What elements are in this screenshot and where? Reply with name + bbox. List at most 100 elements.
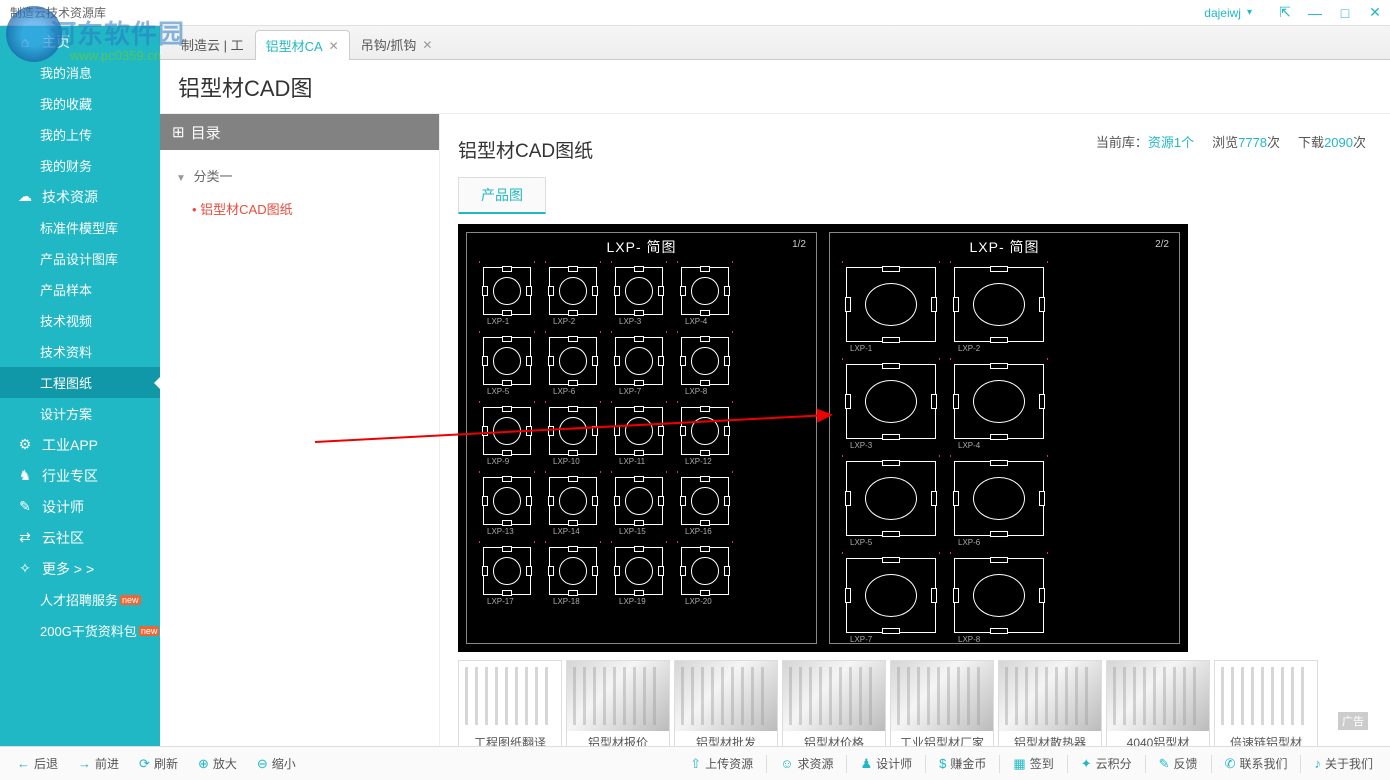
collapse-icon: ▼ — [176, 173, 186, 184]
thumb-倍速链铝型材[interactable]: 倍速链铝型材 — [1214, 660, 1318, 746]
titlebar: 制造云技术资源库 dajeiwj ▾ ⇱ — □ ✕ — [0, 0, 1390, 26]
sidebar-icon: ⇄ — [16, 529, 34, 547]
tab-制造云 | 工[interactable]: 制造云 | 工 — [170, 29, 255, 59]
toolbar-icon: ✆ — [1225, 756, 1236, 772]
toolbar-云积分[interactable]: ✦云积分 — [1072, 747, 1141, 780]
document-title: 铝型材CAD图纸 — [458, 136, 1372, 163]
new-badge: new — [120, 595, 141, 605]
toolbar-icon: ← — [17, 756, 30, 771]
toolbar-上传资源[interactable]: ⇧上传资源 — [681, 747, 762, 780]
sidebar-item-主页[interactable]: ⌂主页 — [0, 26, 160, 57]
toolbar-赚金币[interactable]: $赚金币 — [930, 747, 995, 780]
cad-image[interactable]: LXP- 简图1/2LXP-1LXP-2LXP-3LXP-4LXP-5LXP-6… — [458, 224, 1188, 652]
user-dropdown-icon[interactable]: ▾ — [1247, 7, 1270, 18]
toolbar-icon: → — [78, 756, 91, 771]
thumb-4040铝型材[interactable]: 4040铝型材 — [1106, 660, 1210, 746]
user-name[interactable]: dajeiwj — [1204, 6, 1247, 20]
toolbar-后退[interactable]: ←后退 — [8, 747, 67, 780]
toolbar-icon: ☺ — [780, 756, 793, 771]
thumb-铝型材价格[interactable]: 铝型材价格 — [782, 660, 886, 746]
sidebar-item-技术资源[interactable]: ☁技术资源 — [0, 181, 160, 212]
sidebar-sub-人才招聘服务[interactable]: 人才招聘服务new — [0, 584, 160, 615]
sidebar-sub-工程图纸[interactable]: 工程图纸 — [0, 367, 160, 398]
toolbar-icon: ⟳ — [139, 756, 150, 772]
sidebar-item-云社区[interactable]: ⇄云社区 — [0, 522, 160, 553]
sidebar-sub-产品设计图库[interactable]: 产品设计图库 — [0, 243, 160, 274]
sidebar-icon: ☁ — [16, 188, 34, 206]
toolbar-icon: ✎ — [1159, 756, 1170, 772]
catalog-icon: ⊞ — [172, 123, 185, 141]
sidebar: ⌂主页我的消息我的收藏我的上传我的财务☁技术资源标准件模型库产品设计图库产品样本… — [0, 26, 160, 746]
minimize-button[interactable]: — — [1300, 5, 1330, 21]
sidebar-icon: ⚙ — [16, 436, 34, 454]
sidebar-sub-我的消息[interactable]: 我的消息 — [0, 57, 160, 88]
toolbar-icon: $ — [939, 756, 946, 771]
tab-铝型材CA[interactable]: 铝型材CA✕ — [255, 30, 350, 60]
content: ⊞ 目录 ▼ 分类一 铝型材CAD图纸 铝型材CAD图纸 产品图 — [160, 114, 1390, 746]
thumb-铝型材报价[interactable]: 铝型材报价 — [566, 660, 670, 746]
sidebar-icon: ♞ — [16, 467, 34, 485]
product-image-tab[interactable]: 产品图 — [458, 177, 546, 214]
toolbar-关于我们[interactable]: ♪关于我们 — [1305, 747, 1382, 780]
toolbar-icon: ♪ — [1314, 756, 1321, 771]
toolbar-icon: ⊕ — [198, 756, 209, 772]
sidebar-icon: ✎ — [16, 498, 34, 516]
thumb-工业铝型材厂家[interactable]: 工业铝型材厂家 — [890, 660, 994, 746]
cad-preview: LXP- 简图1/2LXP-1LXP-2LXP-3LXP-4LXP-5LXP-6… — [458, 224, 1372, 652]
toolbar-前进[interactable]: →前进 — [69, 747, 128, 780]
sidebar-item-行业专区[interactable]: ♞行业专区 — [0, 460, 160, 491]
toolbar-icon: ♟ — [860, 756, 872, 772]
sidebar-item-设计师[interactable]: ✎设计师 — [0, 491, 160, 522]
toolbar-缩小[interactable]: ⊖缩小 — [248, 747, 305, 780]
sidebar-sub-标准件模型库[interactable]: 标准件模型库 — [0, 212, 160, 243]
maximize-button[interactable]: □ — [1330, 5, 1360, 21]
close-button[interactable]: ✕ — [1360, 4, 1390, 21]
sidebar-sub-我的收藏[interactable]: 我的收藏 — [0, 88, 160, 119]
catalog-panel: ⊞ 目录 ▼ 分类一 铝型材CAD图纸 — [160, 114, 440, 746]
catalog-group[interactable]: ▼ 分类一 — [176, 160, 423, 191]
sidebar-sub-200G干货资料包[interactable]: 200G干货资料包new — [0, 615, 160, 646]
page-title: 铝型材CAD图 — [160, 60, 1390, 114]
catalog-title: ⊞ 目录 — [160, 114, 439, 150]
toolbar-刷新[interactable]: ⟳刷新 — [130, 747, 187, 780]
toolbar-签到[interactable]: ▦签到 — [1004, 747, 1062, 780]
sidebar-item-工业APP[interactable]: ⚙工业APP — [0, 429, 160, 460]
sidebar-sub-产品样本[interactable]: 产品样本 — [0, 274, 160, 305]
toolbar-icon: ▦ — [1013, 756, 1025, 772]
thumb-铝型材散热器[interactable]: 铝型材散热器 — [998, 660, 1102, 746]
sidebar-item-更多 > >[interactable]: ✧更多 > > — [0, 553, 160, 584]
toolbar-icon: ⊖ — [257, 756, 268, 772]
app-root: 河东软件园 www.pc0359.cn 制造云技术资源库 dajeiwj ▾ ⇱… — [0, 0, 1390, 780]
sidebar-sub-技术视频[interactable]: 技术视频 — [0, 305, 160, 336]
body: ⌂主页我的消息我的收藏我的上传我的财务☁技术资源标准件模型库产品设计图库产品样本… — [0, 26, 1390, 746]
thumb-铝型材批发[interactable]: 铝型材批发 — [674, 660, 778, 746]
sidebar-sub-我的上传[interactable]: 我的上传 — [0, 119, 160, 150]
detail-panel: 铝型材CAD图纸 产品图 LXP- 简图1/2LXP-1LXP-2LXP-3LX… — [440, 114, 1390, 746]
app-title: 制造云技术资源库 — [0, 4, 106, 21]
toolbar-反馈[interactable]: ✎反馈 — [1150, 747, 1207, 780]
toolbar-联系我们[interactable]: ✆联系我们 — [1216, 747, 1297, 780]
catalog-item-active[interactable]: 铝型材CAD图纸 — [176, 191, 423, 226]
new-badge: new — [139, 626, 160, 636]
toolbar-icon: ⇧ — [690, 756, 701, 772]
catalog-body: ▼ 分类一 铝型材CAD图纸 — [160, 150, 439, 236]
toolbar-icon: ✦ — [1081, 756, 1092, 772]
toolbar-设计师[interactable]: ♟设计师 — [851, 747, 921, 780]
thumbnail-row: 工程图纸翻译铝型材报价铝型材批发铝型材价格工业铝型材厂家铝型材散热器4040铝型… — [458, 660, 1372, 746]
toolbar-放大[interactable]: ⊕放大 — [189, 747, 246, 780]
ad-badge: 广告 — [1338, 712, 1368, 730]
sidebar-sub-设计方案[interactable]: 设计方案 — [0, 398, 160, 429]
bottom-toolbar: ←后退→前进⟳刷新⊕放大⊖缩小 ⇧上传资源 ☺求资源 ♟设计师 $赚金币 ▦签到 ✦云积分 ✎… — [0, 746, 1390, 780]
pin-button[interactable]: ⇱ — [1270, 4, 1300, 21]
sidebar-sub-我的财务[interactable]: 我的财务 — [0, 150, 160, 181]
sidebar-icon: ⌂ — [16, 33, 34, 51]
tab-close-icon[interactable]: ✕ — [329, 39, 339, 53]
content-wrap: 制造云 | 工铝型材CA✕吊钩/抓钩✕ 铝型材CAD图 当前库：资源1个 浏览7… — [160, 26, 1390, 746]
cad-page-1: LXP- 简图1/2LXP-1LXP-2LXP-3LXP-4LXP-5LXP-6… — [466, 232, 817, 644]
tab-吊钩/抓钩[interactable]: 吊钩/抓钩✕ — [350, 29, 444, 59]
sidebar-icon: ✧ — [16, 560, 34, 578]
toolbar-求资源[interactable]: ☺求资源 — [771, 747, 842, 780]
sidebar-sub-技术资料[interactable]: 技术资料 — [0, 336, 160, 367]
tab-close-icon[interactable]: ✕ — [422, 38, 432, 52]
thumb-工程图纸翻译[interactable]: 工程图纸翻译 — [458, 660, 562, 746]
